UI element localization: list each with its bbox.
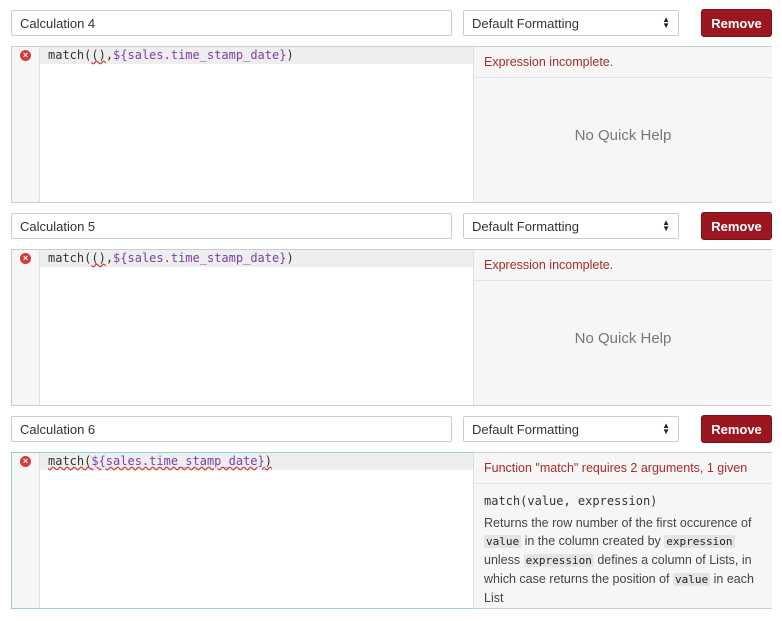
formatting-select-value: Default Formatting bbox=[472, 15, 579, 31]
error-x-icon: × bbox=[20, 50, 31, 61]
quick-help-panel: Expression incomplete. No Quick Help bbox=[473, 250, 772, 405]
expression-status: Expression incomplete. bbox=[474, 47, 772, 78]
expression-code: match((),${sales.time_stamp_date}) bbox=[48, 251, 294, 265]
calculation-name-input[interactable] bbox=[11, 213, 452, 239]
formatting-select[interactable]: Default Formatting ▲ ▼ bbox=[463, 416, 679, 442]
expression-code: match((),${sales.time_stamp_date}) bbox=[48, 48, 294, 62]
formatting-select-value: Default Formatting bbox=[472, 218, 579, 234]
expression-editor[interactable]: × match(${sales.time_stamp_date}) bbox=[11, 452, 474, 609]
error-x-icon: × bbox=[20, 253, 31, 264]
select-arrows-icon: ▲ ▼ bbox=[662, 218, 670, 233]
no-quick-help-text: No Quick Help bbox=[574, 330, 672, 347]
editor-gutter: × bbox=[12, 453, 40, 608]
quick-help-panel: Function "match" requires 2 arguments, 1… bbox=[473, 453, 772, 608]
code-keyword-value: value bbox=[484, 535, 522, 548]
expression-editor[interactable]: × match((),${sales.time_stamp_date}) bbox=[12, 47, 473, 202]
no-quick-help-text: No Quick Help bbox=[574, 127, 672, 144]
quick-help-panel: Expression incomplete. No Quick Help bbox=[473, 47, 772, 202]
function-signature: match(value, expression) bbox=[484, 494, 658, 508]
remove-button[interactable]: Remove bbox=[701, 9, 772, 37]
expression-panel: × match(${sales.time_stamp_date}) Functi… bbox=[11, 452, 772, 609]
function-description: Returns the row number of the first occu… bbox=[484, 516, 754, 605]
select-arrows-icon: ▲ ▼ bbox=[662, 15, 670, 30]
editor-gutter: × bbox=[12, 250, 40, 405]
formatting-select[interactable]: Default Formatting ▲ ▼ bbox=[463, 10, 679, 36]
calculation-name-input[interactable] bbox=[11, 416, 452, 442]
remove-button[interactable]: Remove bbox=[701, 415, 772, 443]
error-x-icon: × bbox=[20, 456, 31, 467]
code-keyword-expression: expression bbox=[664, 535, 735, 548]
calculation-name-input[interactable] bbox=[11, 10, 452, 36]
expression-status: Function "match" requires 2 arguments, 1… bbox=[474, 453, 772, 484]
formatting-select-value: Default Formatting bbox=[472, 421, 579, 437]
expression-status: Expression incomplete. bbox=[474, 250, 772, 281]
select-arrows-icon: ▲ ▼ bbox=[662, 421, 670, 436]
expression-panel: × match((),${sales.time_stamp_date}) Exp… bbox=[11, 249, 772, 406]
code-keyword-value: value bbox=[673, 573, 711, 586]
editor-gutter: × bbox=[12, 47, 40, 202]
expression-code: match(${sales.time_stamp_date}) bbox=[48, 454, 272, 468]
expression-editor[interactable]: × match((),${sales.time_stamp_date}) bbox=[12, 250, 473, 405]
expression-panel: × match((),${sales.time_stamp_date}) Exp… bbox=[11, 46, 772, 203]
remove-button[interactable]: Remove bbox=[701, 212, 772, 240]
code-keyword-expression: expression bbox=[523, 554, 594, 567]
formatting-select[interactable]: Default Formatting ▲ ▼ bbox=[463, 213, 679, 239]
